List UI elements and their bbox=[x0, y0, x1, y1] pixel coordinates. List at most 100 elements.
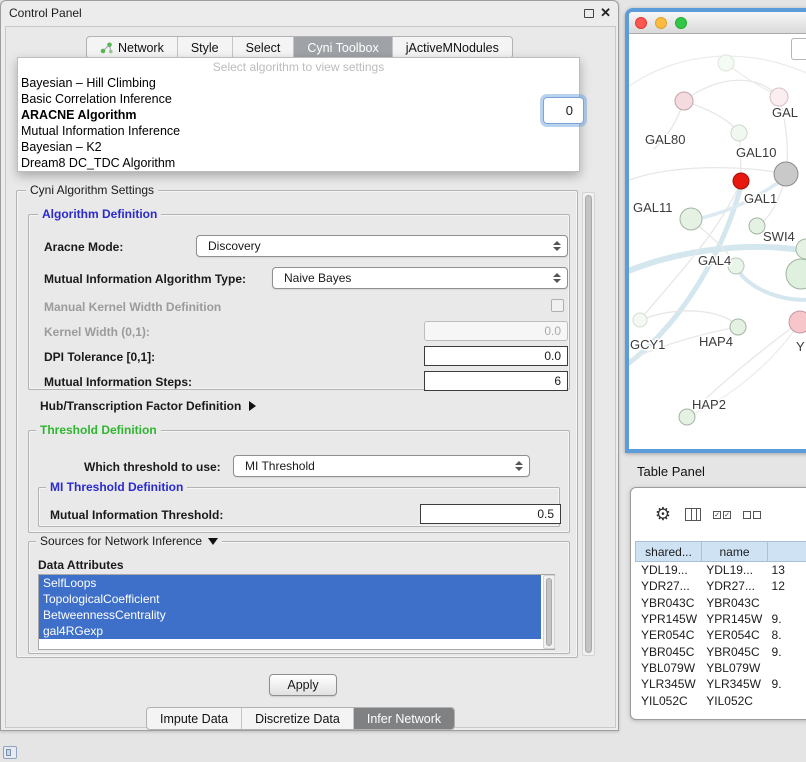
tab-label: Discretize Data bbox=[255, 712, 340, 726]
table-row[interactable]: YBR045CYBR045C9. bbox=[635, 643, 806, 659]
column-header-col2[interactable] bbox=[767, 541, 806, 562]
sources-group-title[interactable]: Sources for Network Inference bbox=[36, 534, 222, 548]
table-cell: 12 bbox=[766, 579, 806, 593]
table-cell: YBL079W bbox=[635, 661, 700, 675]
column-header-shared-[interactable]: shared... bbox=[635, 541, 701, 562]
table-cell: YDR27... bbox=[700, 579, 765, 593]
which-threshold-select[interactable]: MI Threshold bbox=[233, 455, 530, 477]
close-button[interactable] bbox=[635, 17, 647, 29]
table-cell: YPR145W bbox=[635, 612, 700, 626]
tab-label: Cyni Toolbox bbox=[307, 41, 378, 55]
table-cell: YDL19... bbox=[635, 563, 700, 577]
kernel-width-field[interactable]: 0.0 bbox=[424, 321, 568, 341]
attributes-scrollbar-thumb[interactable] bbox=[546, 578, 552, 646]
network-node[interactable] bbox=[770, 88, 788, 106]
table-cell: YBL079W bbox=[700, 661, 765, 675]
mi-threshold-group-title: MI Threshold Definition bbox=[46, 480, 187, 494]
network-node[interactable] bbox=[786, 259, 806, 289]
table-cell: YLR345W bbox=[700, 677, 765, 691]
dpi-tolerance-field[interactable]: 0.0 bbox=[424, 346, 568, 366]
algorithm-option-basic-correlation-inference[interactable]: Basic Correlation Inference bbox=[18, 91, 579, 107]
float-window-icon[interactable] bbox=[584, 9, 594, 18]
network-node[interactable] bbox=[633, 313, 647, 327]
column-header-name[interactable]: name bbox=[701, 541, 767, 562]
attribute-item-selfloops[interactable]: SelfLoops bbox=[39, 575, 541, 591]
tab-style[interactable]: Style bbox=[178, 37, 233, 58]
mi-threshold-field[interactable]: 0.5 bbox=[420, 504, 561, 524]
tab-select[interactable]: Select bbox=[233, 37, 295, 58]
table-options-gear-icon[interactable]: ⚙ bbox=[653, 504, 673, 524]
tab-cyni-toolbox[interactable]: Cyni Toolbox bbox=[294, 37, 392, 58]
settings-scrollbar-thumb[interactable] bbox=[585, 195, 592, 653]
attribute-item-topologicalcoefficient[interactable]: TopologicalCoefficient bbox=[39, 591, 541, 607]
manual-kernel-width-checkbox[interactable] bbox=[551, 299, 564, 312]
algorithm-option-mutual-information-inference[interactable]: Mutual Information Inference bbox=[18, 123, 579, 139]
zoom-button[interactable] bbox=[675, 17, 687, 29]
close-window-icon[interactable]: ✕ bbox=[600, 5, 611, 21]
network-node[interactable] bbox=[731, 125, 747, 141]
table-row[interactable]: YLR345WYLR345W9. bbox=[635, 676, 806, 692]
expander-arrow-icon bbox=[249, 401, 256, 411]
network-node-label: GCY1 bbox=[630, 337, 665, 352]
settings-scrollbar[interactable] bbox=[582, 192, 595, 656]
network-node[interactable] bbox=[789, 311, 806, 333]
network-window-titlebar[interactable] bbox=[629, 12, 806, 34]
attribute-item-betweennesscentrality[interactable]: BetweennessCentrality bbox=[39, 607, 541, 623]
select-all-columns-icon[interactable]: ✓✓ bbox=[713, 511, 731, 519]
tab-network[interactable]: Network bbox=[87, 37, 178, 58]
table-cell: 13 bbox=[766, 563, 806, 577]
aracne-mode-select[interactable]: Discovery bbox=[196, 235, 568, 257]
table-row[interactable]: YBL079WYBL079W bbox=[635, 660, 806, 676]
network-node[interactable] bbox=[796, 239, 806, 259]
bottom-tab-impute-data[interactable]: Impute Data bbox=[147, 708, 242, 729]
mi-algorithm-type-select[interactable]: Naive Bayes bbox=[272, 267, 568, 289]
network-node-label: GAL bbox=[772, 105, 798, 120]
algorithm-option-bayesian-hill-climbing[interactable]: Bayesian – Hill Climbing bbox=[18, 75, 579, 91]
mi-algorithm-type-label: Mutual Information Algorithm Type: bbox=[44, 272, 246, 286]
network-view-window: GAL80GALGAL10GAL11GAL1SWI4GAL4GCY1HAP4YH… bbox=[625, 8, 806, 453]
network-node[interactable] bbox=[733, 173, 749, 189]
network-node[interactable] bbox=[718, 55, 734, 71]
network-node[interactable] bbox=[675, 92, 693, 110]
network-node[interactable] bbox=[680, 208, 702, 230]
table-row[interactable]: YIL052CYIL052C bbox=[635, 692, 806, 708]
mi-steps-field[interactable]: 6 bbox=[424, 371, 568, 391]
algorithm-dropdown-items: Bayesian – Hill ClimbingBasic Correlatio… bbox=[18, 75, 579, 171]
control-panel-titlebar[interactable]: Control Panel bbox=[1, 1, 618, 25]
background-number-field[interactable]: 0 bbox=[543, 97, 584, 124]
data-attributes-list[interactable]: SelfLoopsTopologicalCoefficientBetweenne… bbox=[38, 574, 555, 650]
tab-label: Infer Network bbox=[367, 712, 441, 726]
algorithm-option-aracne-algorithm[interactable]: ARACNE Algorithm bbox=[18, 107, 579, 123]
tab-label: Select bbox=[246, 41, 281, 55]
table-row[interactable]: YDR27...YDR27...12 bbox=[635, 578, 806, 594]
network-canvas[interactable]: GAL80GALGAL10GAL11GAL1SWI4GAL4GCY1HAP4YH… bbox=[629, 34, 806, 449]
attributes-list-scrollbar[interactable] bbox=[543, 575, 555, 649]
network-node[interactable] bbox=[774, 162, 798, 186]
show-columns-icon[interactable] bbox=[685, 508, 701, 521]
apply-button[interactable]: Apply bbox=[269, 674, 337, 696]
restore-panel-button[interactable] bbox=[3, 746, 17, 759]
table-row[interactable]: YBR043CYBR043C bbox=[635, 595, 806, 611]
algorithm-option-bayesian-k2[interactable]: Bayesian – K2 bbox=[18, 139, 579, 155]
network-node-label: GAL10 bbox=[736, 145, 776, 160]
hub-definition-label: Hub/Transcription Factor Definition bbox=[40, 399, 241, 413]
table-row[interactable]: YDL19...YDL19...13 bbox=[635, 562, 806, 578]
minimize-button[interactable] bbox=[655, 17, 667, 29]
bottom-tab-discretize-data[interactable]: Discretize Data bbox=[242, 708, 354, 729]
network-node[interactable] bbox=[730, 319, 746, 335]
network-node-label: GAL11 bbox=[633, 200, 673, 215]
table-row[interactable]: YER054CYER054C8. bbox=[635, 627, 806, 643]
tab-jactivemnodules[interactable]: jActiveMNodules bbox=[393, 37, 512, 58]
table-row[interactable]: YPR145WYPR145W9. bbox=[635, 611, 806, 627]
hub-definition-expander[interactable]: Hub/Transcription Factor Definition bbox=[40, 399, 256, 413]
table-cell: YPR145W bbox=[700, 612, 765, 626]
network-node-label: SWI4 bbox=[763, 229, 795, 244]
algorithm-option-dream8-dc-tdc-algorithm[interactable]: Dream8 DC_TDC Algorithm bbox=[18, 155, 579, 171]
attribute-item-gal4rgexp[interactable]: gal4RGexp bbox=[39, 623, 541, 639]
deselect-all-columns-icon[interactable] bbox=[743, 511, 761, 519]
combo-arrows-icon bbox=[515, 456, 523, 476]
network-tab-icon bbox=[100, 42, 113, 54]
table-cell: YER054C bbox=[635, 628, 700, 642]
network-toolbar-button[interactable] bbox=[791, 38, 806, 60]
bottom-tab-infer-network[interactable]: Infer Network bbox=[354, 708, 454, 729]
